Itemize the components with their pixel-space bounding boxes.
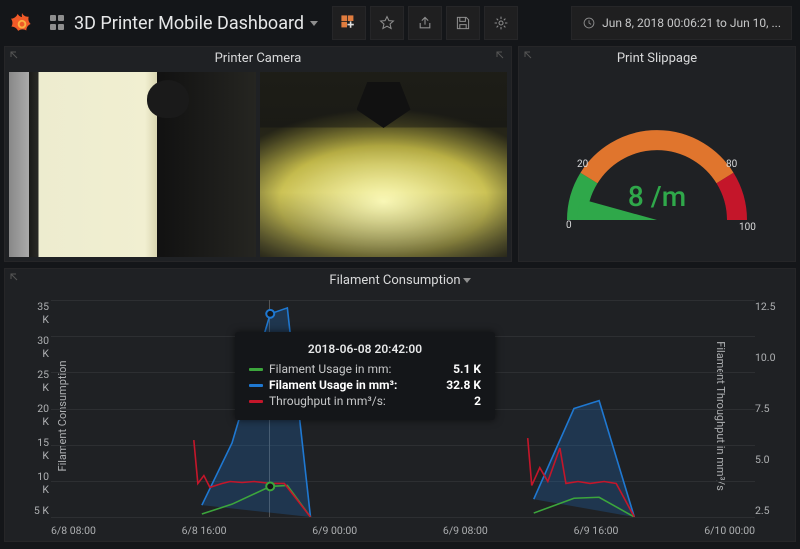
panel-link-icon[interactable] xyxy=(523,50,535,62)
svg-text:0: 0 xyxy=(566,220,572,231)
settings-button[interactable] xyxy=(484,6,518,40)
panel-title[interactable]: Filament Consumption xyxy=(5,269,795,290)
series-swatch xyxy=(249,368,263,371)
chart[interactable]: Filament Consumption Filament Throughput… xyxy=(5,290,795,541)
dashboard-title-dropdown[interactable]: 3D Printer Mobile Dashboard xyxy=(40,9,328,38)
topbar: 3D Printer Mobile Dashboard Jun 8, 2018 … xyxy=(0,0,800,46)
panel-link-icon[interactable] xyxy=(9,50,21,62)
x-axis: 6/8 08:00 6/8 16:00 6/9 00:00 6/9 08:00 … xyxy=(51,524,755,537)
svg-text:100: 100 xyxy=(739,222,756,233)
panel-printer-camera[interactable]: Printer Camera xyxy=(4,46,512,262)
chevron-down-icon xyxy=(310,21,318,26)
camera-feed-2 xyxy=(260,72,507,257)
time-range-text: Jun 8, 2018 00:06:21 to Jun 10, ... xyxy=(602,16,781,30)
tooltip-row: Filament Usage in mm³: 32.8 K xyxy=(249,378,481,392)
star-button[interactable] xyxy=(370,6,404,40)
grafana-logo-icon[interactable] xyxy=(8,9,36,37)
series-swatch xyxy=(249,400,263,403)
svg-text:20: 20 xyxy=(577,159,589,170)
share-button[interactable] xyxy=(408,6,442,40)
svg-text:80: 80 xyxy=(726,159,738,170)
add-panel-button[interactable] xyxy=(332,6,366,40)
chart-tooltip: 2018-06-08 20:42:00 Filament Usage in mm… xyxy=(235,332,495,420)
y-axis-left: 35 K 30 K 25 K 20 K 15 K 10 K 5 K xyxy=(29,300,49,517)
panel-filament-consumption[interactable]: Filament Consumption Filament Consumptio… xyxy=(4,268,796,542)
panel-title[interactable]: Print Slippage xyxy=(519,47,795,68)
panel-link-icon[interactable] xyxy=(495,50,507,62)
y-axis-right: 12.5 10.0 7.5 5.0 2.5 xyxy=(755,300,775,517)
tooltip-time: 2018-06-08 20:42:00 xyxy=(249,342,481,356)
gauge: 0 20 80 100 8 /m xyxy=(519,68,795,261)
save-button[interactable] xyxy=(446,6,480,40)
panel-link-icon[interactable] xyxy=(9,272,21,284)
tooltip-row: Throughput in mm³/s: 2 xyxy=(249,394,481,408)
camera-body xyxy=(5,68,511,261)
gauge-value: 8 /m xyxy=(628,180,686,213)
dashboard-grid: Printer Camera Print Slippage 0 20 80 10… xyxy=(0,46,800,542)
time-range-picker[interactable]: Jun 8, 2018 00:06:21 to Jun 10, ... xyxy=(571,6,792,40)
dashboard-title: 3D Printer Mobile Dashboard xyxy=(74,13,304,34)
camera-feed-1 xyxy=(9,72,256,257)
clock-icon xyxy=(582,16,596,30)
panel-title[interactable]: Printer Camera xyxy=(5,47,511,68)
dashboard-icon xyxy=(50,15,66,31)
chevron-down-icon xyxy=(463,278,471,283)
panel-print-slippage[interactable]: Print Slippage 0 20 80 100 8 /m xyxy=(518,46,796,262)
tooltip-row: Filament Usage in mm: 5.1 K xyxy=(249,362,481,376)
series-swatch xyxy=(249,384,263,387)
